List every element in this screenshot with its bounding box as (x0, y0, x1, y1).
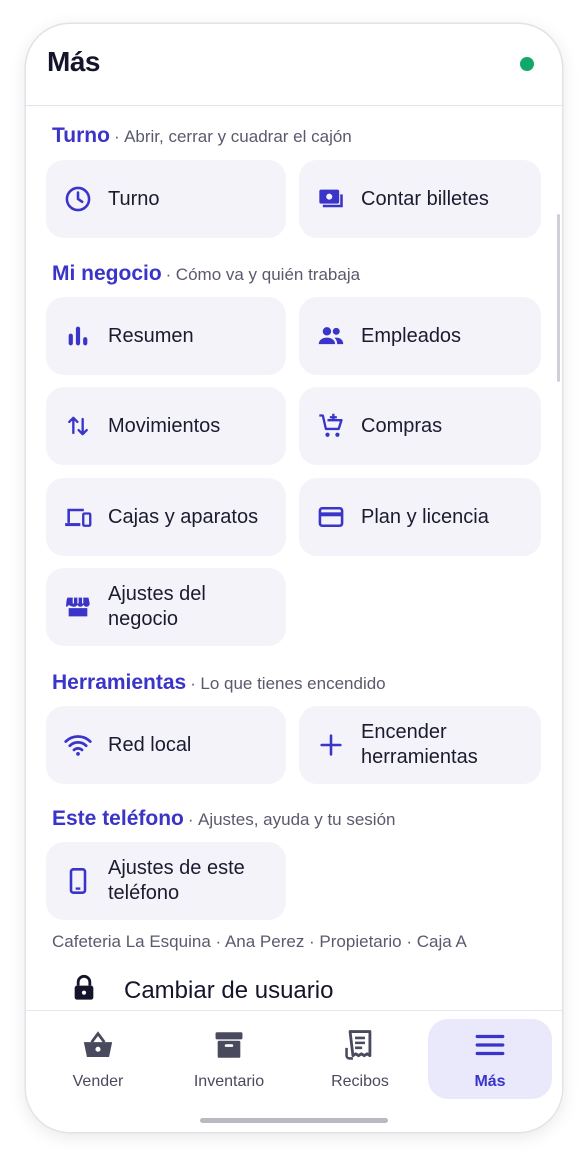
app-header: Más (26, 24, 562, 106)
session-info: Cafeteria La Esquina · Ana Perez · Propi… (52, 932, 467, 951)
tile-label: Contar billetes (361, 187, 489, 210)
clock-icon (64, 185, 92, 213)
tile-label: Empleados (361, 324, 462, 347)
plus-icon (317, 731, 345, 759)
phone-frame: Más Turno · Abrir, cerrar y cuadrar el ca… (26, 24, 562, 1132)
nav-mas[interactable]: Más (428, 1019, 552, 1099)
devices-icon (64, 503, 92, 531)
tile-label: Encender herramientas (361, 721, 478, 768)
section-subtitle: Cómo va y quién trabaja (175, 265, 361, 284)
home-indicator[interactable] (200, 1118, 388, 1123)
tile-encender-herramientas[interactable]: Encender herramientas (299, 706, 541, 784)
tile-cajas-aparatos[interactable]: Cajas y aparatos (46, 478, 286, 556)
tile-label: Turno (108, 187, 160, 210)
tile-empleados[interactable]: Empleados (299, 297, 541, 375)
nav-label: Inventario (193, 1072, 265, 1090)
nav-label: Más (474, 1072, 506, 1090)
tile-plan-licencia[interactable]: Plan y licencia (299, 478, 541, 556)
tile-compras[interactable]: Compras (299, 387, 541, 465)
credit-card-icon (317, 503, 345, 531)
section-title: Turno (52, 124, 110, 147)
bottom-nav: Vender Inventario Recibos Más (26, 1010, 562, 1132)
section-telefono-header: Este teléfono · Ajustes, ayuda y tu sesió… (52, 807, 396, 831)
switch-user-button[interactable]: Cambiar de usuario (70, 974, 333, 1007)
tile-label: Red local (108, 733, 192, 756)
tile-ajustes-negocio[interactable]: Ajustes del negocio (46, 568, 286, 646)
people-icon (317, 322, 345, 350)
basket-icon (81, 1028, 115, 1067)
tile-label: Resumen (108, 324, 194, 347)
bar-chart-icon (64, 322, 92, 350)
section-negocio-header: Mi negocio · Cómo va y quién trabaja (52, 262, 360, 286)
tile-label: Ajustes de este teléfono (108, 857, 245, 904)
tile-red-local[interactable]: Red local (46, 706, 286, 784)
nav-label: Recibos (331, 1072, 389, 1090)
section-title: Mi negocio (52, 262, 162, 285)
section-separator: · (187, 810, 194, 829)
section-turno-header: Turno · Abrir, cerrar y cuadrar el cajón (52, 124, 352, 148)
banknotes-icon (317, 185, 345, 213)
menu-icon (473, 1028, 507, 1067)
section-separator: · (113, 127, 120, 146)
swap-vertical-icon (64, 412, 92, 440)
nav-recibos[interactable]: Recibos (298, 1019, 422, 1099)
section-title: Este teléfono (52, 807, 184, 830)
storefront-icon (64, 593, 92, 621)
receipt-icon (343, 1028, 377, 1067)
section-herramientas-header: Herramientas · Lo que tienes encendido (52, 671, 386, 695)
switch-user-label: Cambiar de usuario (124, 976, 334, 1004)
nav-vender[interactable]: Vender (36, 1019, 160, 1099)
tile-movimientos[interactable]: Movimientos (46, 387, 286, 465)
nav-inventario[interactable]: Inventario (167, 1019, 291, 1099)
add-shopping-cart-icon (317, 412, 345, 440)
tile-contar-billetes[interactable]: Contar billetes (299, 160, 541, 238)
tile-label: Plan y licencia (361, 505, 489, 528)
page-title: Más (47, 46, 100, 77)
section-title: Herramientas (52, 671, 187, 694)
section-separator: · (190, 674, 196, 693)
tile-label: Ajustes del negocio (108, 583, 206, 630)
section-separator: · (165, 265, 172, 284)
tile-label: Movimientos (108, 414, 221, 437)
tile-label: Compras (361, 414, 443, 437)
connection-status-dot (520, 57, 534, 71)
tile-label: Cajas y aparatos (108, 505, 259, 528)
lock-icon (70, 974, 98, 1007)
smartphone-icon (64, 867, 92, 895)
tile-resumen[interactable]: Resumen (46, 297, 286, 375)
scrollbar[interactable] (557, 214, 560, 382)
tile-ajustes-telefono[interactable]: Ajustes de este teléfono (46, 842, 286, 920)
section-subtitle: Lo que tienes encendido (200, 674, 386, 693)
section-subtitle: Abrir, cerrar y cuadrar el cajón (124, 127, 352, 146)
wifi-icon (64, 731, 92, 759)
nav-label: Vender (72, 1072, 124, 1090)
archive-box-icon (212, 1028, 246, 1067)
tile-turno[interactable]: Turno (46, 160, 286, 238)
section-subtitle: Ajustes, ayuda y tu sesión (197, 810, 396, 829)
